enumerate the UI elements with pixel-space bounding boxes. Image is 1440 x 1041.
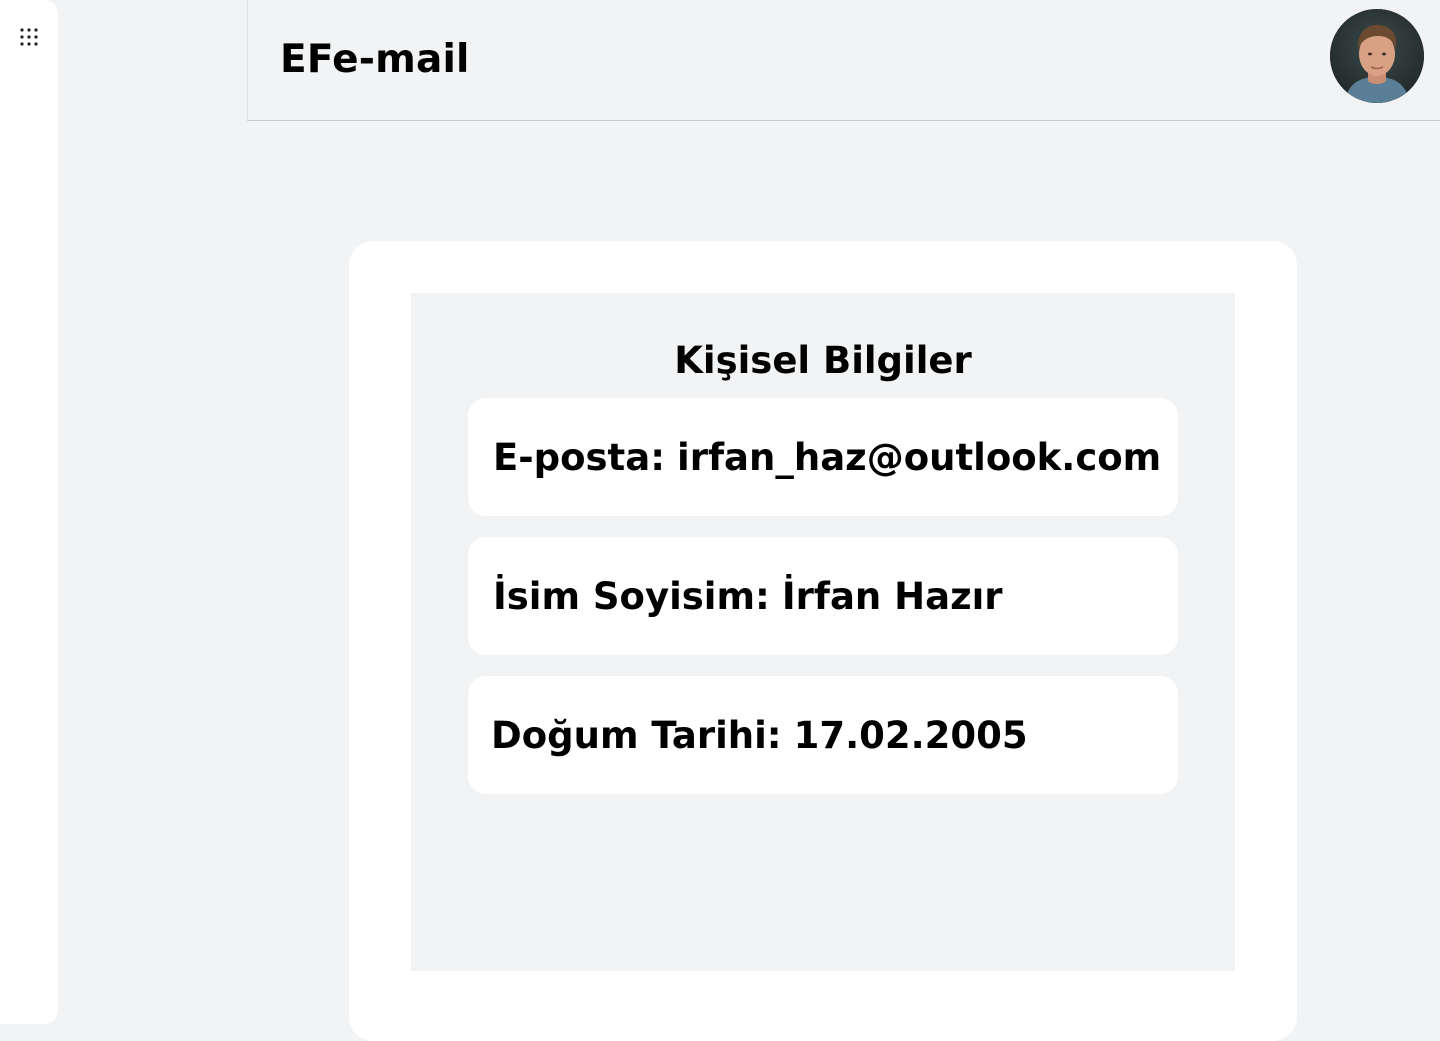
birthdate-row: Doğum Tarihi: 17.02.2005 xyxy=(468,676,1178,794)
profile-panel: Kişisel Bilgiler E-posta: irfan_haz@outl… xyxy=(411,293,1235,971)
birthdate-value: 17.02.2005 xyxy=(793,713,1028,757)
user-avatar[interactable] xyxy=(1330,9,1424,103)
profile-card: Kişisel Bilgiler E-posta: irfan_haz@outl… xyxy=(349,241,1297,1041)
email-value: irfan_haz@outlook.com xyxy=(677,435,1162,479)
fullname-value: İrfan Hazır xyxy=(781,574,1003,618)
fullname-row: İsim Soyisim: İrfan Hazır xyxy=(468,537,1178,655)
avatar-photo-icon xyxy=(1330,9,1424,103)
top-header: EFe-mail xyxy=(247,0,1440,121)
app-title: EFe-mail xyxy=(280,37,470,82)
apps-grid-icon[interactable] xyxy=(19,27,39,47)
email-row: E-posta: irfan_haz@outlook.com xyxy=(468,398,1178,516)
left-rail xyxy=(0,0,58,1024)
birthdate-label: Doğum Tarihi: xyxy=(491,713,782,757)
email-label: E-posta: xyxy=(493,435,666,479)
section-title: Kişisel Bilgiler xyxy=(674,339,972,382)
fullname-label: İsim Soyisim: xyxy=(493,574,770,618)
